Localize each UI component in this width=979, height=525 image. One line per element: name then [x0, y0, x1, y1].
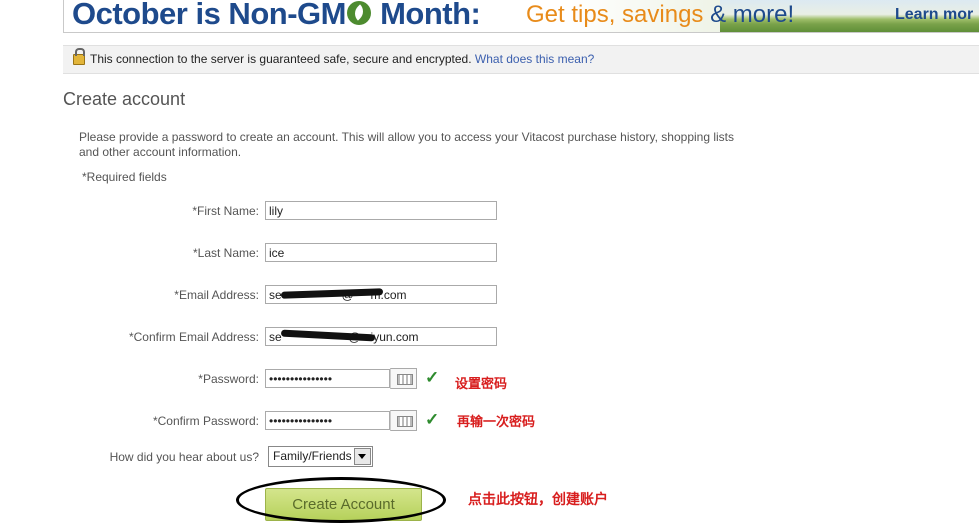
secure-info-link[interactable]: What does this mean? — [475, 52, 594, 66]
password-input[interactable] — [265, 369, 390, 388]
last-name-input[interactable] — [265, 243, 497, 262]
password-label: *Password: — [198, 372, 259, 386]
required-fields-note: *Required fields — [82, 170, 167, 184]
leaf-icon — [346, 0, 371, 25]
first-name-label: *First Name: — [192, 204, 259, 218]
hear-about-label: How did you hear about us? — [109, 450, 259, 464]
page-title: Create account — [63, 89, 186, 109]
hear-about-select[interactable]: Family/Friends — [268, 446, 373, 467]
highlight-ellipse — [236, 477, 446, 523]
banner-headline-text: October is Non-GM — [72, 0, 346, 31]
lock-icon — [73, 48, 85, 65]
secure-connection-bar: This connection to the server is guarant… — [63, 45, 979, 74]
banner-tips-more: & more! — [710, 1, 795, 28]
confirm-password-label: *Confirm Password: — [152, 414, 259, 428]
banner-headline: October is Non-GM Month: — [72, 0, 481, 32]
secure-message: This connection to the server is guarant… — [90, 52, 472, 66]
virtual-keyboard-icon[interactable] — [390, 368, 417, 389]
banner-tips-text: Get tips, savings — [526, 1, 704, 28]
confirm-email-label: *Confirm Email Address: — [128, 330, 259, 344]
promo-banner[interactable]: October is Non-GM Month: Get tips, savin… — [63, 0, 979, 33]
annotation-set-password: 设置密码 — [455, 376, 508, 391]
check-icon: ✓ — [425, 410, 440, 429]
annotation-click-button: 点击此按钮，创建账户 — [468, 491, 608, 507]
check-icon: ✓ — [425, 368, 440, 387]
last-name-label: *Last Name: — [192, 246, 259, 260]
banner-tips: Get tips, savings & more! — [526, 1, 794, 29]
virtual-keyboard-icon[interactable] — [390, 410, 417, 431]
chevron-down-icon[interactable] — [353, 448, 371, 465]
hear-about-value: Family/Friends — [273, 449, 352, 463]
banner-learn-more-link[interactable]: Learn mor — [895, 6, 973, 24]
confirm-password-input[interactable] — [265, 411, 390, 430]
first-name-input[interactable] — [265, 201, 497, 220]
intro-text: Please provide a password to create an a… — [79, 130, 735, 159]
banner-headline-month: Month: — [380, 0, 481, 31]
email-label: *Email Address: — [174, 288, 259, 302]
annotation-reenter-password: 再输一次密码 — [457, 414, 536, 429]
